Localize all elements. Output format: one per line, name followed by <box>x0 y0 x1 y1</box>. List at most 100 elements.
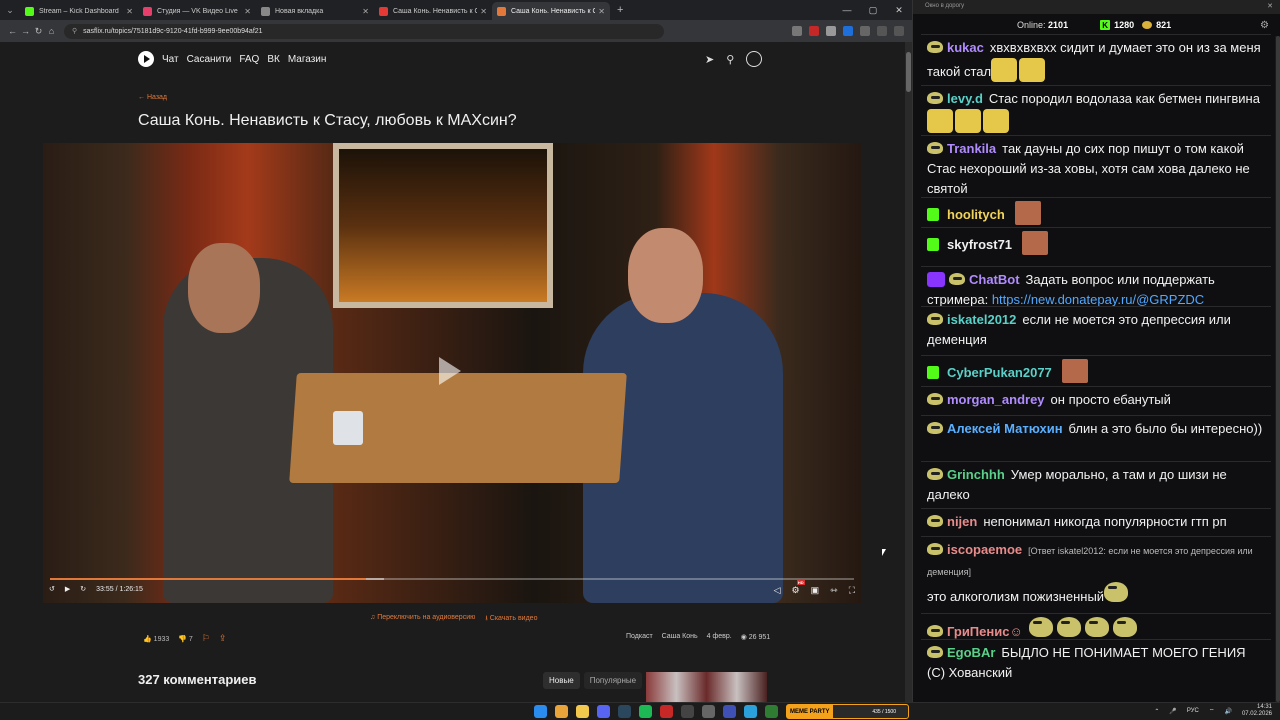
site-logo-play-icon[interactable] <box>138 51 154 67</box>
home-icon[interactable]: ⌂ <box>45 26 58 36</box>
language-indicator[interactable]: РУС <box>1187 708 1199 714</box>
spotify-icon[interactable] <box>639 705 652 718</box>
rewind-icon[interactable]: ↺ <box>49 585 55 593</box>
volume-icon[interactable]: ◁ <box>774 585 781 596</box>
settings-icon[interactable]: ⚙ HD <box>792 580 805 596</box>
telegram-icon[interactable] <box>744 705 757 718</box>
tab-vk-studio[interactable]: Студия — VK Видео Live ✕ <box>138 2 256 20</box>
site-info-icon[interactable]: ⚲ <box>72 27 77 35</box>
tag-sasha-kon[interactable]: Саша Конь <box>662 633 698 641</box>
like-button[interactable]: 👍 1933 <box>143 635 169 643</box>
scroll-thumb[interactable] <box>906 52 911 92</box>
chat-username[interactable]: levy.d <box>947 91 983 106</box>
chat-username[interactable]: EgoBAr <box>947 645 995 660</box>
chat-scrollbar[interactable] <box>1275 36 1280 702</box>
tab-kick-dashboard[interactable]: Stream – Kick Dashboard ✕ <box>20 2 138 20</box>
tag-podcast[interactable]: Подкаст <box>626 633 653 641</box>
video-player[interactable] <box>43 143 861 603</box>
puzzle-icon[interactable] <box>860 26 870 36</box>
chevron-up-icon[interactable]: ⌃ <box>1154 708 1159 715</box>
chat-username[interactable]: Grinchhh <box>947 467 1005 482</box>
theater-icon[interactable]: ⇿ <box>830 585 838 596</box>
close-tab-icon[interactable]: ✕ <box>244 7 251 16</box>
dislike-button[interactable]: 👎 7 <box>178 635 193 643</box>
tab-video-active[interactable]: Саша Конь. Ненависть к Стасу✕ <box>492 2 610 20</box>
explorer-icon[interactable] <box>576 705 589 718</box>
chat-username[interactable]: morgan_andrey <box>947 392 1045 407</box>
share-icon[interactable]: ⇪ <box>219 633 227 644</box>
extension-icon[interactable] <box>809 26 819 36</box>
wifi-icon[interactable]: ⌔ <box>1209 707 1215 715</box>
chat-username[interactable]: Trankila <box>947 141 996 156</box>
progress-bar[interactable] <box>50 578 854 580</box>
chat-username[interactable]: nijen <box>947 514 977 529</box>
nav-chat[interactable]: Чат <box>162 54 179 65</box>
close-window-icon[interactable]: ✕ <box>886 5 912 16</box>
fullscreen-icon[interactable]: ⛶ <box>849 585 855 596</box>
chat-scroll-thumb[interactable] <box>1276 36 1280 702</box>
steam-icon[interactable] <box>618 705 631 718</box>
extension-icon[interactable] <box>826 26 836 36</box>
forward-icon[interactable]: ↻ <box>80 585 86 593</box>
sort-new-button[interactable]: Новые <box>543 672 580 689</box>
close-tab-icon[interactable]: ✕ <box>480 7 487 16</box>
app-icon[interactable] <box>660 705 673 718</box>
discord-icon[interactable] <box>597 705 610 718</box>
sort-popular-button[interactable]: Популярные <box>583 672 643 689</box>
nav-faq[interactable]: FAQ <box>239 54 259 65</box>
obs-icon[interactable] <box>681 705 694 718</box>
media-icon[interactable] <box>723 705 736 718</box>
close-tab-icon[interactable]: ✕ <box>126 7 133 16</box>
tab-search-icon[interactable]: ⌄ <box>0 0 20 20</box>
chat-username[interactable]: Алексей Матюхин <box>947 421 1063 436</box>
chat-username[interactable]: iscopaemoe <box>947 542 1022 557</box>
menu-dots-icon[interactable] <box>894 26 904 36</box>
tab-new[interactable]: Новая вкладка ✕ <box>256 2 374 20</box>
banner-image[interactable] <box>646 672 767 702</box>
play-icon[interactable]: ▶ <box>65 585 70 593</box>
nav-sasaniti[interactable]: Сасанити <box>187 54 232 65</box>
audio-version-link[interactable]: ♫ Переключить на аудиоверсию <box>370 614 475 625</box>
nav-shop[interactable]: Магазин <box>288 54 327 65</box>
chat-link[interactable]: https://new.donatepay.ru/@GRPZDC <box>992 292 1204 307</box>
reload-icon[interactable]: ↻ <box>32 26 45 37</box>
pip-icon[interactable]: ▣ <box>811 585 820 596</box>
send-icon[interactable]: ➤ <box>705 53 714 66</box>
chat-username[interactable]: kukac <box>947 40 984 55</box>
app-icon[interactable] <box>702 705 715 718</box>
chat-username[interactable]: ChatBot <box>969 272 1020 287</box>
extension-icon[interactable] <box>843 26 853 36</box>
back-link[interactable]: ← Назад <box>138 94 167 101</box>
speaker-icon[interactable]: 🔊 <box>1224 708 1231 715</box>
chat-username[interactable]: hoolitych <box>947 207 1005 222</box>
chat-username[interactable]: skyfrost71 <box>947 237 1012 252</box>
nav-vk[interactable]: ВК <box>267 54 280 65</box>
close-icon[interactable]: ✕ <box>1267 2 1273 10</box>
forward-arrow-icon[interactable]: → <box>19 26 32 36</box>
windows-start-icon[interactable] <box>534 705 547 718</box>
close-tab-icon[interactable]: ✕ <box>362 7 369 16</box>
bookmark-icon[interactable]: ⚐ <box>202 633 210 644</box>
chrome-icon[interactable] <box>555 705 568 718</box>
search-icon[interactable]: ⚲ <box>726 53 734 66</box>
app-icon[interactable] <box>765 705 778 718</box>
download-video-link[interactable]: ⭳ Скачать видео <box>485 614 537 625</box>
gear-icon[interactable]: ⚙ <box>1260 20 1269 31</box>
mic-icon[interactable]: 🎤 <box>1169 708 1176 715</box>
url-field[interactable]: ⚲ sasflix.ru/topics/75181d9c-9120-41fd-b9… <box>64 23 664 39</box>
clock[interactable]: 14:31 07.02.2026 <box>1242 704 1272 718</box>
profile-icon[interactable] <box>746 51 763 67</box>
chat-username[interactable]: CyberPukan2077 <box>947 365 1052 380</box>
chat-username[interactable]: ГриПенис☺ <box>947 624 1023 639</box>
back-arrow-icon[interactable]: ← <box>6 26 19 36</box>
chat-username[interactable]: iskatel2012 <box>947 312 1016 327</box>
extension-icon[interactable] <box>792 26 802 36</box>
tab-video-1[interactable]: Саша Конь. Ненависть к Стасу✕ <box>374 2 492 20</box>
download-icon[interactable] <box>877 26 887 36</box>
close-tab-icon[interactable]: ✕ <box>598 7 605 16</box>
new-tab-button[interactable]: + <box>610 4 630 16</box>
page-scrollbar[interactable] <box>905 42 912 702</box>
play-overlay-icon[interactable] <box>439 357 461 385</box>
maximize-icon[interactable]: ▢ <box>860 5 886 16</box>
minimize-icon[interactable]: — <box>834 5 860 15</box>
